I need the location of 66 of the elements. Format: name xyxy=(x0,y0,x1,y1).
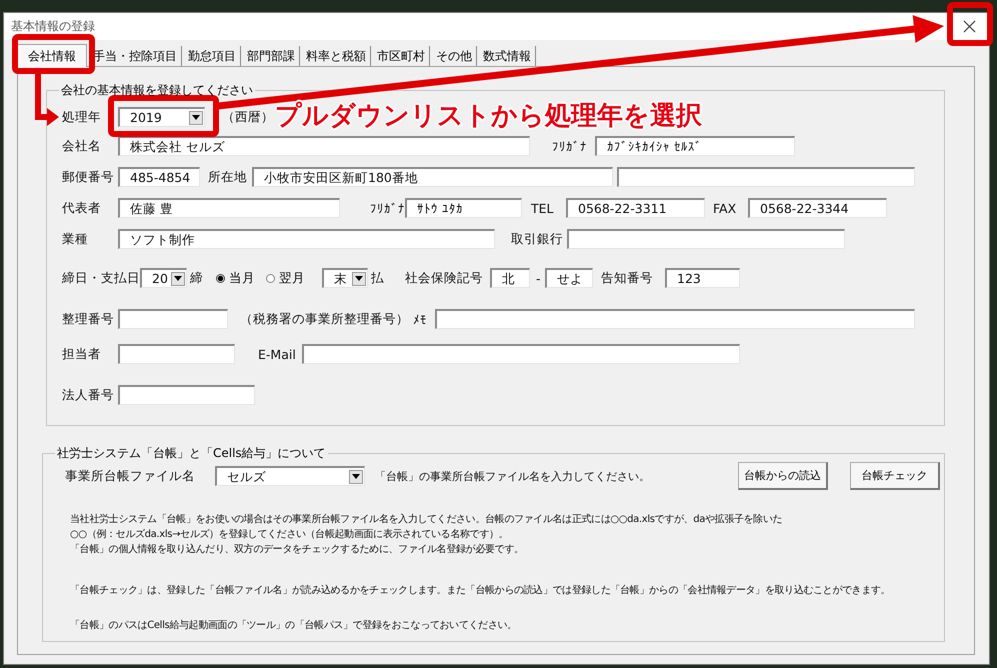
text-field[interactable] xyxy=(302,344,740,364)
field-label: ﾌﾘｶﾞﾅ xyxy=(370,200,405,216)
dropdown-field[interactable]: 20 xyxy=(140,268,187,288)
radio-option[interactable]: 翌月 xyxy=(266,270,314,286)
field-label: 代表者 xyxy=(62,200,102,216)
field-label: 締 xyxy=(190,270,204,286)
text-field[interactable] xyxy=(567,229,845,249)
field-label: （西暦） xyxy=(222,108,275,126)
field-label: 法人番号 xyxy=(62,386,115,404)
field-label: ﾒﾓ xyxy=(413,312,428,326)
field-label: 締日・支払日 xyxy=(62,270,138,286)
text-field[interactable]: 123 xyxy=(665,268,740,288)
field-label: 郵便番号 xyxy=(62,168,115,186)
field-label: 担当者 xyxy=(62,346,102,362)
field-label: TEL xyxy=(531,200,554,216)
group-title: 会社の基本情報を登録してください xyxy=(60,82,254,98)
action-button[interactable]: 台帳チェック xyxy=(850,462,940,490)
text-field[interactable]: ｻﾄｳ ﾕﾀｶ xyxy=(405,198,522,218)
note-text: 「台帳チェック」は、登録した「台帳ファイル名」が読み込めるかをチェックします。また「台帳からの読込」では登録した「台帳」からの「会社情報データ」を取り込むことができます。 xyxy=(70,584,892,598)
text-field[interactable]: 小牧市安田区新町180番地 xyxy=(252,167,613,187)
callout-text: プルダウンリストから処理年を選択 xyxy=(275,100,702,133)
field-label: （税務署の事業所整理番号） xyxy=(240,310,410,328)
field-label: 業種 xyxy=(62,230,89,248)
text-field[interactable]: 北 xyxy=(490,268,530,288)
text-field[interactable]: ソフト制作 xyxy=(118,229,495,249)
dropdown-field[interactable]: セルズ xyxy=(215,466,365,486)
text-field[interactable]: せよ xyxy=(545,268,593,288)
hint-text: 「台帳」の事業所台帳ファイル名を入力してください。 xyxy=(375,468,651,484)
arrow xyxy=(35,74,59,126)
dropdown-field[interactable]: 2019 xyxy=(118,107,205,127)
action-button[interactable]: 台帳からの読込 xyxy=(738,462,828,490)
field-label: 社会保険記号 xyxy=(405,270,484,286)
field-label: 払 xyxy=(371,270,385,286)
highlight-frame xyxy=(947,2,993,46)
field-label: - xyxy=(536,270,542,286)
close-icon xyxy=(962,20,976,33)
text-field[interactable]: ｶﾌﾞｼｷｶｲｼｬ ｾﾙｽﾞ xyxy=(595,136,795,156)
field-label: FAX xyxy=(713,200,738,216)
text-field[interactable]: 株式会社 セルズ xyxy=(118,136,530,156)
note-text: 「台帳」の個人情報を取り込んだり、双方のデータをチェックするために、ファイル名登録が必要です。 xyxy=(70,542,525,557)
field-label: 所在地 xyxy=(208,168,248,186)
field-label: E-Mail xyxy=(258,346,297,362)
text-field[interactable]: 0568-22-3344 xyxy=(748,198,887,218)
text-field[interactable] xyxy=(617,167,915,187)
dropdown-field[interactable]: 末 xyxy=(322,268,368,288)
window-title: 基本情報の登録 xyxy=(10,18,95,35)
field-label: ﾌﾘｶﾞﾅ xyxy=(552,138,588,154)
note-text: 当社社労士システム「台帳」をお使いの場合はその事業所台帳ファイル名を入力してください。台帳のファイル名は正式には○○da.xlsですが、daや拡張子を除いた xyxy=(70,512,784,527)
text-field[interactable] xyxy=(118,344,235,364)
field-label: 事業所台帳ファイル名 xyxy=(65,468,195,484)
text-field[interactable] xyxy=(118,309,228,329)
text-field[interactable] xyxy=(118,385,255,405)
radio-option[interactable]: 当月 xyxy=(216,270,264,286)
text-field[interactable]: 485-4854 xyxy=(118,167,200,187)
field-label: 処理年 xyxy=(62,108,102,126)
field-label: 整理番号 xyxy=(62,310,115,328)
field-label: 会社名 xyxy=(62,138,102,154)
field-label: 告知番号 xyxy=(601,270,654,286)
text-field[interactable]: 佐藤 豊 xyxy=(118,198,340,218)
text-field[interactable]: 0568-22-3311 xyxy=(566,198,705,218)
note-text: ○○（例：セルズda.xls→セルズ）を登録してください（台帳起動画面に表示されている名称です）。 xyxy=(70,528,510,542)
note-text: 「台帳」のパスはCells給与起動画面の「ツール」の「台帳パス」で登録をおこなっておいてください。 xyxy=(70,618,518,633)
text-field[interactable] xyxy=(435,309,915,329)
field-label: 取引銀行 xyxy=(511,230,564,248)
tab[interactable]: 会社情報 xyxy=(17,44,87,67)
group-title: 社労士システム「台帳」と「Cells給与」について xyxy=(56,445,327,461)
